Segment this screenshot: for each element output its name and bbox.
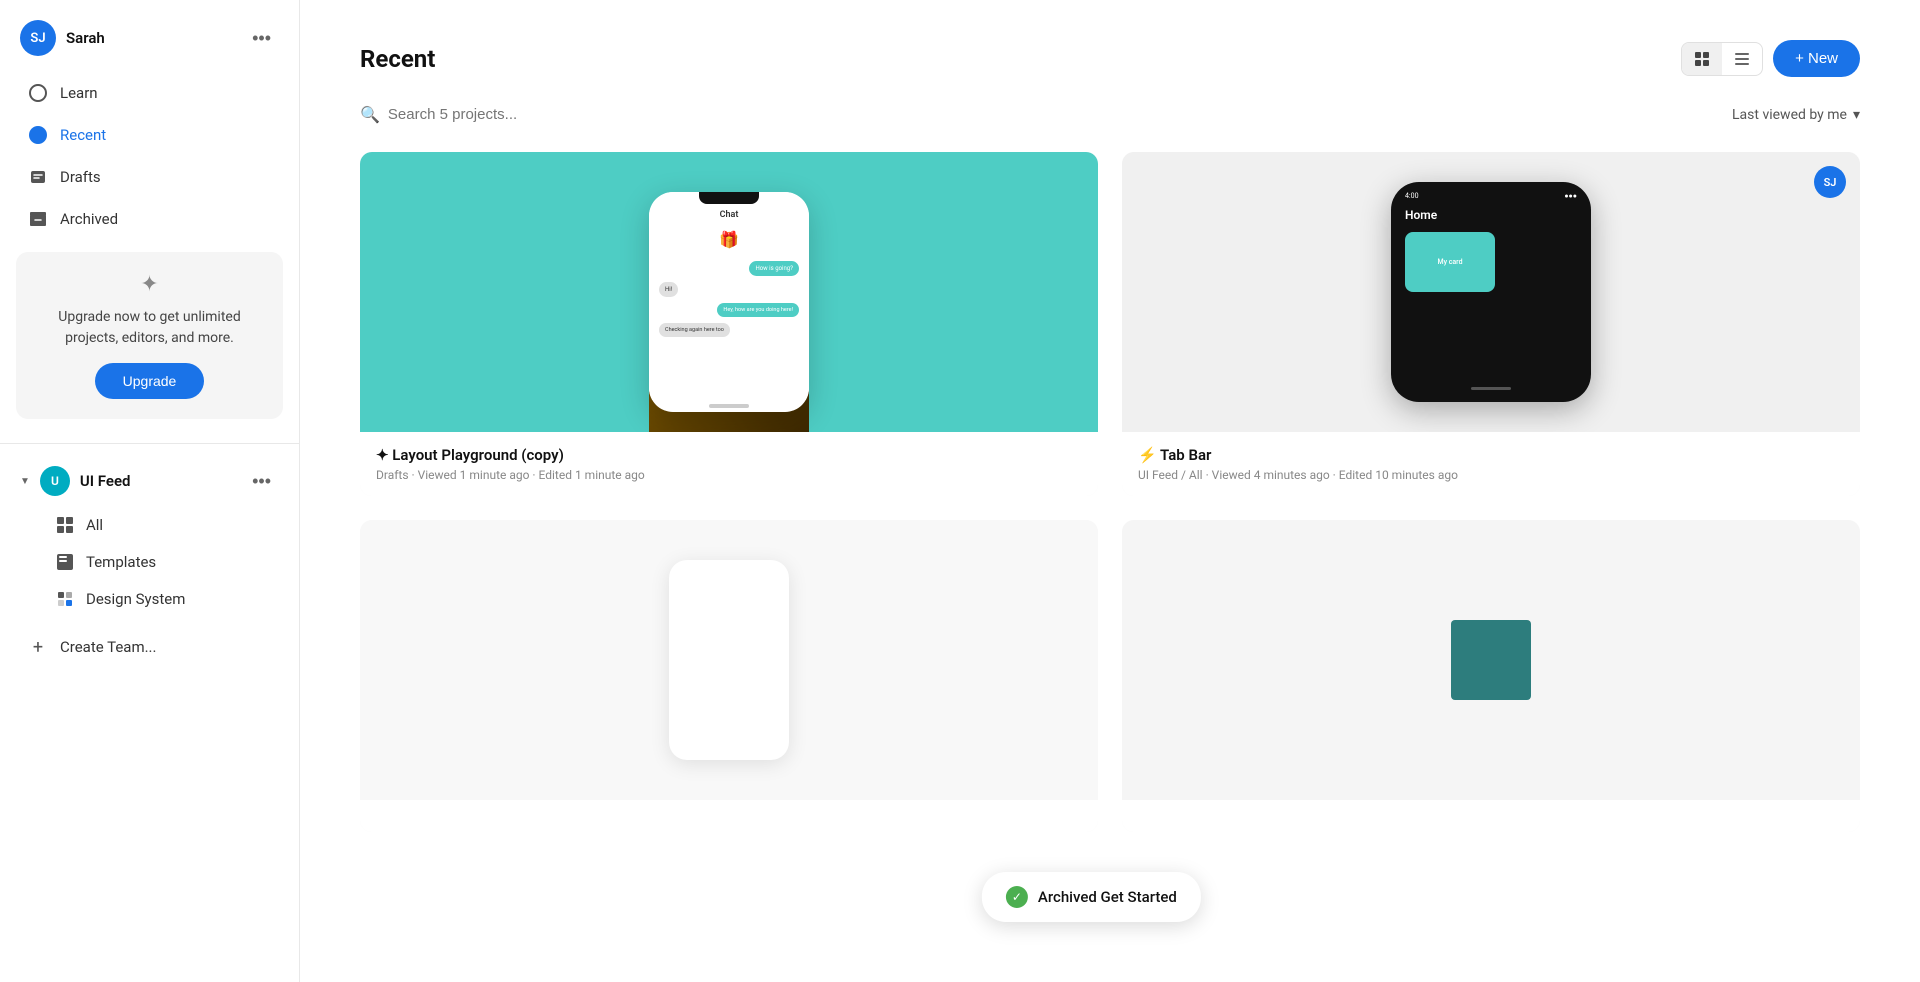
main-content: Recent: [300, 0, 1920, 982]
archive-icon: [28, 209, 48, 229]
card-preview-layout-playground: Chat 🎁 How is going? Hi! Hey, how are yo…: [360, 152, 1098, 432]
teal-square: [1451, 620, 1531, 700]
team-avatar: U: [40, 466, 70, 496]
new-button[interactable]: + New: [1773, 40, 1860, 77]
user-menu-button[interactable]: •••: [244, 24, 279, 53]
sort-label: Last viewed by me: [1732, 107, 1847, 123]
team-item-label-all: All: [86, 516, 103, 534]
projects-grid: Chat 🎁 How is going? Hi! Hey, how are yo…: [360, 152, 1860, 832]
sidebar-item-label-archived: Archived: [60, 210, 118, 228]
page-title: Recent: [360, 45, 435, 73]
recent-icon: [28, 125, 48, 145]
toast-success-icon: ✓: [1006, 886, 1028, 908]
card-meta-tab-bar: UI Feed / All · Viewed 4 minutes ago · E…: [1138, 468, 1844, 482]
learn-icon: [28, 83, 48, 103]
project-card-3[interactable]: [360, 520, 1098, 832]
card-preview-3: [360, 520, 1098, 800]
card-preview-4: [1122, 520, 1860, 800]
toast-text: Archived Get Started: [1038, 888, 1177, 906]
team-item-label-templates: Templates: [86, 553, 156, 571]
card-3-phone: [669, 560, 789, 760]
user-name: Sarah: [66, 29, 105, 47]
list-view-button[interactable]: [1722, 43, 1762, 75]
sidebar-item-label-recent: Recent: [60, 126, 106, 144]
card-title-layout-playground: ✦ Layout Playground (copy): [376, 446, 1082, 464]
sidebar-divider: [0, 443, 299, 444]
sort-chevron-icon: ▾: [1853, 107, 1860, 123]
sidebar-item-recent[interactable]: Recent: [8, 115, 291, 155]
toast-notification: ✓ Archived Get Started: [982, 872, 1201, 922]
search-bar: 🔍 Last viewed by me ▾: [360, 105, 1860, 124]
card-meta-layout-playground: Drafts · Viewed 1 minute ago · Edited 1 …: [376, 468, 1082, 482]
create-team[interactable]: + Create Team...: [8, 627, 291, 667]
main-header: Recent: [360, 40, 1860, 77]
sidebar-header: SJ Sarah •••: [0, 12, 299, 64]
search-icon: 🔍: [360, 105, 380, 124]
team-item-label-design-system: Design System: [86, 590, 185, 608]
card-info-layout-playground: ✦ Layout Playground (copy) Drafts · View…: [360, 432, 1098, 496]
search-input-wrap: 🔍: [360, 105, 1722, 124]
plus-icon: +: [28, 637, 48, 657]
team-header[interactable]: ▼ U UI Feed •••: [0, 456, 299, 506]
card-info-4: [1122, 800, 1860, 832]
user-avatar: SJ: [20, 20, 56, 56]
search-input[interactable]: [388, 106, 1722, 123]
create-team-label: Create Team...: [60, 638, 156, 656]
team-chevron-icon: ▼: [20, 476, 30, 487]
tab-bar-phone: 4:00 ●●● Home My card: [1391, 182, 1591, 402]
all-grid-icon: [56, 516, 74, 534]
sidebar-item-learn[interactable]: Learn: [8, 73, 291, 113]
templates-icon: [56, 553, 74, 571]
project-card-4[interactable]: [1122, 520, 1860, 832]
upgrade-box: ✦ Upgrade now to get unlimited projects,…: [16, 252, 283, 419]
card-preview-tab-bar: SJ 4:00 ●●● Home My card: [1122, 152, 1860, 432]
sort-control[interactable]: Last viewed by me ▾: [1732, 107, 1860, 123]
sidebar-item-label-learn: Learn: [60, 84, 98, 102]
team-menu-button[interactable]: •••: [244, 467, 279, 496]
team-name: UI Feed: [80, 472, 131, 490]
card-title-tab-bar: ⚡ Tab Bar: [1138, 446, 1844, 464]
card-info-3: [360, 800, 1098, 832]
upgrade-star-icon: ✦: [32, 272, 267, 297]
upgrade-button[interactable]: Upgrade: [95, 363, 205, 399]
team-nav-design-system[interactable]: Design System: [8, 581, 291, 617]
view-toggle: [1681, 42, 1763, 76]
sidebar-item-drafts[interactable]: Drafts: [8, 157, 291, 197]
sidebar-item-archived[interactable]: Archived: [8, 199, 291, 239]
user-profile[interactable]: SJ Sarah: [20, 20, 105, 56]
team-nav-all[interactable]: All: [8, 507, 291, 543]
card-info-tab-bar: ⚡ Tab Bar UI Feed / All · Viewed 4 minut…: [1122, 432, 1860, 496]
drafts-icon: [28, 167, 48, 187]
team-nav-templates[interactable]: Templates: [8, 544, 291, 580]
team-section: ▼ U UI Feed ••• All Templates: [0, 456, 299, 626]
header-controls: + New: [1681, 40, 1860, 77]
grid-view-button[interactable]: [1682, 43, 1722, 75]
sidebar-item-label-drafts: Drafts: [60, 168, 101, 186]
project-card-layout-playground[interactable]: Chat 🎁 How is going? Hi! Hey, how are yo…: [360, 152, 1098, 496]
project-card-tab-bar[interactable]: SJ 4:00 ●●● Home My card ⚡ Ta: [1122, 152, 1860, 496]
design-system-icon: [56, 590, 74, 608]
project-avatar-tab-bar: SJ: [1814, 166, 1846, 198]
upgrade-text: Upgrade now to get unlimited projects, e…: [32, 307, 267, 349]
sidebar: SJ Sarah ••• Learn Recent Drafts: [0, 0, 300, 982]
team-header-left: ▼ U UI Feed: [20, 466, 130, 496]
